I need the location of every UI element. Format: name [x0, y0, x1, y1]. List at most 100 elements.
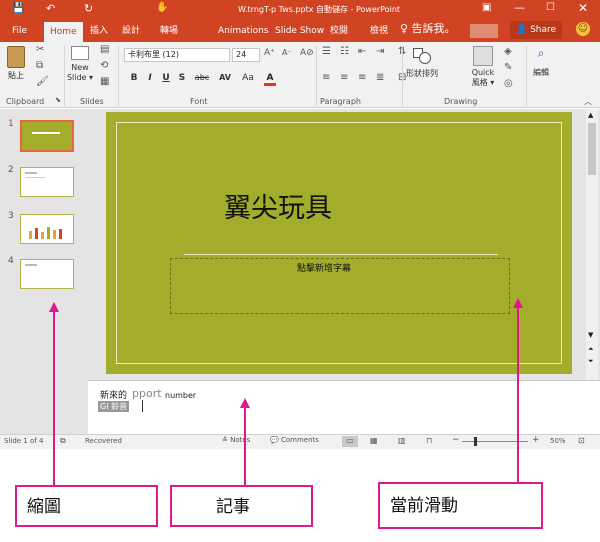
- font-size-value: 24: [236, 50, 247, 59]
- cut-icon[interactable]: ✂: [36, 44, 44, 55]
- comments-button[interactable]: 💬 Comments: [270, 436, 319, 444]
- subtitle-placeholder[interactable]: 點擊新增字幕: [170, 258, 510, 314]
- current-slide[interactable]: 翼尖玩具 點擊新增字幕: [106, 112, 572, 374]
- section-icon[interactable]: ▦: [100, 76, 109, 87]
- slide-thumbnail-2[interactable]: [20, 167, 74, 197]
- font-size-dropdown[interactable]: 24: [232, 48, 260, 62]
- char-spacing-button[interactable]: AV: [216, 73, 234, 82]
- decrease-indent-icon[interactable]: ⇤: [358, 46, 366, 57]
- slide-thumbnail-3[interactable]: [20, 214, 74, 244]
- shape-effects-icon[interactable]: ◎: [504, 78, 513, 89]
- collapse-ribbon-icon[interactable]: ︿: [584, 96, 592, 107]
- thumb-number: 4: [8, 256, 14, 266]
- shapes-button[interactable]: 形狀排列: [404, 46, 440, 79]
- copy-icon[interactable]: ⧉: [36, 60, 43, 71]
- dialog-launcher-icon[interactable]: ⬊: [55, 96, 61, 104]
- tab-home[interactable]: Home: [44, 22, 83, 42]
- subtitle-text: 點擊新增字幕: [297, 264, 352, 274]
- comments-label: Comments: [280, 436, 319, 444]
- title-bar: 💾 ↶ ↻ ✋ W.trngT-p Tws.pptx 自動儲存 - PowerP…: [0, 0, 600, 20]
- format-painter-icon[interactable]: 🖌: [36, 76, 49, 87]
- tab-slide-show[interactable]: Slide Show: [275, 23, 324, 39]
- next-slide-icon[interactable]: ⏷: [588, 357, 594, 366]
- redo-icon[interactable]: ↻: [84, 2, 93, 15]
- minimize-button[interactable]: —: [514, 1, 525, 14]
- close-button[interactable]: ✕: [578, 1, 588, 15]
- tab-design[interactable]: 設計: [122, 23, 140, 39]
- group-drawing: Drawing: [444, 97, 478, 106]
- shapes-label: 形狀排列: [406, 69, 438, 78]
- account-box[interactable]: [470, 24, 498, 38]
- callout-notes: 記事: [170, 485, 313, 527]
- tab-file[interactable]: File: [12, 23, 27, 39]
- zoom-level[interactable]: 50%: [550, 437, 566, 445]
- numbering-icon[interactable]: ☷: [340, 46, 349, 57]
- clear-formatting-icon[interactable]: A⊘: [300, 48, 314, 58]
- slideshow-icon[interactable]: ⊓: [426, 436, 432, 445]
- font-name-dropdown[interactable]: 卡利布里 (12): [124, 48, 230, 62]
- thumb-title-bar: [32, 132, 60, 134]
- editing-button[interactable]: ⌕ 編輯: [530, 46, 552, 78]
- layout-icon[interactable]: ▤: [100, 44, 109, 55]
- tab-view[interactable]: 檢視: [370, 23, 388, 39]
- undo-icon[interactable]: ↶: [46, 2, 55, 15]
- slide-title[interactable]: 翼尖玩具: [224, 186, 332, 225]
- maximize-button[interactable]: ☐: [546, 2, 555, 13]
- align-left-icon[interactable]: ≡: [322, 72, 330, 83]
- shadow-button[interactable]: S: [176, 73, 188, 83]
- quick-styles-button[interactable]: Quick 風格 ▾: [468, 46, 498, 88]
- save-icon[interactable]: 💾: [12, 3, 24, 14]
- align-right-icon[interactable]: ≡: [358, 72, 366, 83]
- scroll-down-icon[interactable]: ▼: [588, 331, 593, 339]
- search-icon: ⌕: [537, 46, 545, 60]
- underline-button[interactable]: U: [160, 73, 172, 83]
- decrease-font-icon[interactable]: A⁻: [282, 48, 292, 57]
- reading-view-icon[interactable]: ▥: [398, 436, 406, 445]
- increase-indent-icon[interactable]: ⇥: [376, 46, 384, 57]
- vertical-scrollbar[interactable]: ▲ ▼ ⏶ ⏷: [586, 109, 598, 380]
- separator: [64, 46, 65, 106]
- reset-icon[interactable]: ⟲: [100, 60, 108, 71]
- slide-sorter-icon[interactable]: ▦: [370, 436, 378, 445]
- notes-button[interactable]: ≙ Notes: [222, 436, 250, 444]
- touch-mode-icon[interactable]: ✋: [156, 2, 168, 13]
- fit-window-icon[interactable]: ⊡: [578, 436, 585, 445]
- bullets-icon[interactable]: ☰: [322, 46, 331, 57]
- slide-thumbnail-4[interactable]: [20, 259, 74, 289]
- tell-me-box[interactable]: ♀ 告訴我。: [400, 21, 456, 37]
- italic-button[interactable]: I: [144, 73, 156, 83]
- font-color-button[interactable]: A: [264, 73, 276, 86]
- scroll-thumb[interactable]: [588, 123, 596, 175]
- increase-font-icon[interactable]: A⁺: [264, 48, 275, 58]
- slide-counter: Slide 1 of 4: [4, 437, 44, 445]
- new-slide-button[interactable]: New Slide ▾: [66, 46, 94, 83]
- ribbon-display-icon[interactable]: ▣: [482, 2, 491, 13]
- notes-text: number: [165, 391, 197, 400]
- zoom-thumb[interactable]: [474, 437, 477, 446]
- smiley-icon[interactable]: ☺: [576, 22, 590, 36]
- scroll-up-icon[interactable]: ▲: [588, 111, 593, 119]
- tab-insert[interactable]: 插入: [90, 23, 108, 39]
- person-icon: 👤: [516, 25, 531, 35]
- proofing-icon[interactable]: ⧉: [60, 436, 66, 446]
- shape-fill-icon[interactable]: ◈: [504, 46, 512, 57]
- bold-button[interactable]: B: [128, 73, 140, 83]
- separator: [118, 46, 119, 106]
- tab-review[interactable]: 校閱: [330, 23, 348, 39]
- tab-transitions[interactable]: 轉場: [160, 23, 178, 39]
- prev-slide-icon[interactable]: ⏶: [588, 345, 594, 354]
- justify-icon[interactable]: ≣: [376, 72, 384, 83]
- paste-button[interactable]: 貼上: [4, 46, 28, 86]
- normal-view-icon[interactable]: ▭: [342, 436, 358, 447]
- change-case-button[interactable]: Aa: [240, 73, 256, 83]
- center-icon[interactable]: ≡: [340, 72, 348, 83]
- zoom-out-button[interactable]: −: [452, 435, 460, 445]
- zoom-in-button[interactable]: +: [532, 435, 540, 445]
- shape-outline-icon[interactable]: ✎: [504, 62, 512, 73]
- notes-pane[interactable]: 新來的 pport number GI 鈴音: [88, 380, 600, 434]
- slide-thumbnail-1[interactable]: [20, 120, 74, 152]
- tab-animations[interactable]: Animations: [218, 23, 269, 39]
- share-button[interactable]: 👤 Share: [510, 21, 563, 39]
- strikethrough-button[interactable]: abc: [192, 73, 212, 82]
- slide-border-frame: [116, 122, 562, 364]
